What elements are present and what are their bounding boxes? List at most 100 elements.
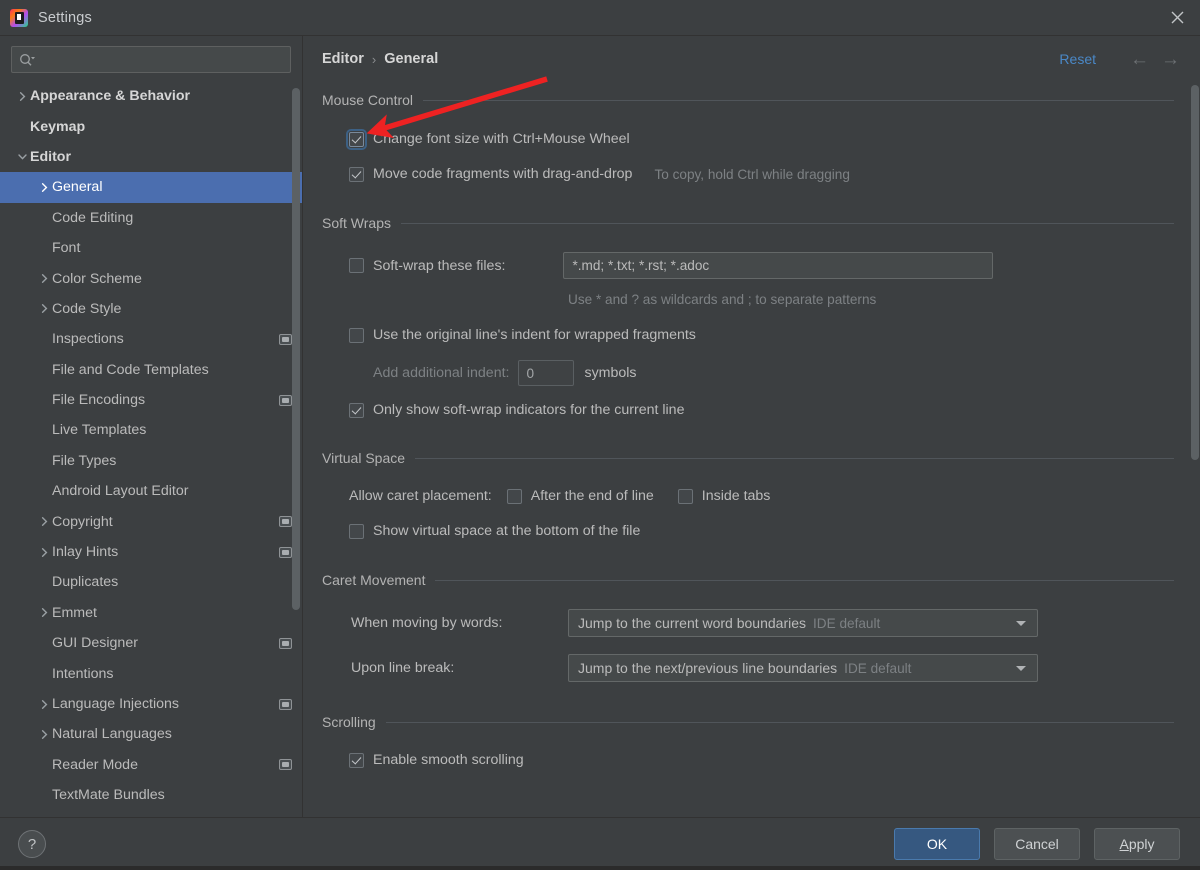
show-virtual-space-checkbox[interactable] [349, 523, 364, 539]
additional-indent-input[interactable]: 0 [518, 360, 575, 386]
sidebar-item-file-and-code-templates[interactable]: File and Code Templates [0, 355, 302, 385]
sidebar-item-language-injections[interactable]: Language Injections [0, 689, 302, 719]
chevron-down-icon[interactable] [14, 149, 30, 165]
breadcrumb-separator: › [371, 51, 377, 67]
sidebar-item-general[interactable]: General [0, 172, 302, 203]
sidebar-item-code-editing[interactable]: Code Editing [0, 203, 302, 233]
sidebar-item-file-types[interactable]: File Types [0, 446, 302, 476]
sidebar-item-label: Appearance & Behavior [30, 88, 191, 105]
only-current-line-checkbox[interactable] [349, 402, 364, 418]
sidebar-item-label: Code Style [52, 300, 122, 317]
section-title: Caret Movement [322, 572, 426, 588]
drag-and-drop-checkbox[interactable] [349, 166, 364, 182]
settings-content: Editor › General Reset ← → Mouse Control… [304, 36, 1200, 817]
sidebar-item-gui-designer[interactable]: GUI Designer [0, 628, 302, 658]
apply-button[interactable]: Apply [1094, 828, 1180, 860]
sidebar-item-inlay-hints[interactable]: Inlay Hints [0, 537, 302, 567]
sidebar-scrollbar-track[interactable] [292, 36, 300, 817]
chevron-right-icon[interactable] [36, 605, 52, 621]
sidebar-item-intentions[interactable]: Intentions [0, 658, 302, 688]
help-button[interactable]: ? [18, 830, 46, 858]
row-soft-wrap-files: Soft-wrap these files: *.md; *.txt; *.rs… [349, 252, 1178, 279]
after-end-of-line-checkbox[interactable] [506, 488, 522, 504]
sidebar-item-editor[interactable]: Editor [0, 142, 302, 172]
cancel-button[interactable]: Cancel [994, 828, 1080, 860]
sidebar-item-natural-languages[interactable]: Natural Languages [0, 719, 302, 749]
chevron-right-icon[interactable] [36, 544, 52, 560]
section-mouse-control-header: Mouse Control [322, 90, 1178, 110]
row-drag-and-drop: Move code fragments with drag-and-drop T… [349, 166, 1178, 182]
section-virtual-space-header: Virtual Space [322, 448, 1178, 468]
sidebar-item-color-scheme[interactable]: Color Scheme [0, 263, 302, 293]
row-wildcard-hint: Use * and ? as wildcards and ; to separa… [568, 292, 1178, 307]
chevron-right-icon[interactable] [36, 696, 52, 712]
sidebar-scrollbar-thumb[interactable] [292, 88, 300, 610]
sidebar-item-label: Duplicates [52, 574, 119, 591]
row-upon-line-break: Upon line break: Jump to the next/previo… [351, 654, 1178, 682]
arrow-left-icon[interactable]: ← [1130, 50, 1149, 69]
breadcrumb-editor[interactable]: Editor [322, 51, 364, 67]
search-input[interactable] [39, 52, 283, 67]
row-only-current-line: Only show soft-wrap indicators for the c… [349, 402, 1178, 418]
reset-link[interactable]: Reset [1059, 51, 1096, 67]
sidebar-item-label: Intentions [52, 665, 114, 682]
sidebar-item-label: Keymap [30, 118, 86, 135]
project-settings-badge-icon [279, 394, 292, 406]
sidebar-item-label: Reader Mode [52, 756, 138, 773]
chevron-right-icon[interactable] [14, 88, 30, 104]
sidebar-item-inspections[interactable]: Inspections [0, 324, 302, 354]
sidebar-item-label: Android Layout Editor [52, 483, 189, 500]
sidebar-item-live-templates[interactable]: Live Templates [0, 415, 302, 445]
sidebar-item-keymap[interactable]: Keymap [0, 111, 302, 141]
chevron-right-icon[interactable] [36, 726, 52, 742]
section-divider [423, 99, 1174, 101]
soft-wrap-files-checkbox[interactable] [349, 258, 364, 273]
section-divider [385, 721, 1174, 723]
additional-indent-label: Add additional indent: [373, 365, 510, 381]
sidebar-item-reader-mode[interactable]: Reader Mode [0, 750, 302, 780]
sidebar-item-emmet[interactable]: Emmet [0, 598, 302, 628]
ok-button[interactable]: OK [894, 828, 980, 860]
sidebar-item-code-style[interactable]: Code Style [0, 294, 302, 324]
sidebar-item-file-encodings[interactable]: File Encodings [0, 385, 302, 415]
search-icon [19, 53, 35, 67]
section-scrolling-header: Scrolling [322, 712, 1178, 732]
chevron-right-icon[interactable] [36, 271, 52, 287]
chevron-right-icon[interactable] [36, 301, 52, 317]
change-font-size-checkbox[interactable] [346, 128, 367, 150]
smooth-scrolling-checkbox[interactable] [349, 752, 364, 768]
settings-sidebar: Appearance & Behavior Keymap Editor General… [0, 36, 303, 817]
chevron-right-icon[interactable] [36, 514, 52, 530]
sidebar-item-duplicates[interactable]: Duplicates [0, 567, 302, 597]
sidebar-item-label: Editor [30, 148, 71, 165]
search-box[interactable] [11, 46, 291, 73]
sidebar-item-textmate-bundles[interactable]: TextMate Bundles [0, 780, 302, 810]
sidebar-item-appearance-behavior[interactable]: Appearance & Behavior [0, 81, 302, 111]
show-virtual-space-label: Show virtual space at the bottom of the … [373, 523, 641, 539]
upon-line-break-dropdown[interactable]: Jump to the next/previous line boundarie… [568, 654, 1038, 682]
arrow-right-icon[interactable]: → [1161, 50, 1180, 69]
sidebar-item-label: File Types [52, 452, 117, 469]
row-moving-by-words: When moving by words: Jump to the curren… [351, 609, 1178, 637]
sidebar-item-label: Inlay Hints [52, 544, 119, 561]
caret-placement-label: Allow caret placement: [349, 488, 492, 504]
content-scrollbar-track[interactable] [1191, 36, 1199, 817]
content-scrollbar-thumb[interactable] [1191, 85, 1199, 460]
inside-tabs-checkbox[interactable] [677, 488, 693, 504]
section-soft-wraps-header: Soft Wraps [322, 213, 1178, 233]
sidebar-item-font[interactable]: Font [0, 233, 302, 263]
moving-by-words-dropdown[interactable]: Jump to the current word boundaries IDE … [568, 609, 1038, 637]
sidebar-item-copyright[interactable]: Copyright [0, 506, 302, 536]
chevron-right-icon[interactable] [36, 179, 52, 195]
chevron-down-icon [1016, 620, 1026, 626]
close-icon[interactable] [1154, 0, 1200, 35]
row-change-font-size: Change font size with Ctrl+Mouse Wheel [346, 128, 1178, 150]
section-title: Mouse Control [322, 92, 414, 108]
original-indent-checkbox[interactable] [349, 327, 364, 343]
section-title: Soft Wraps [322, 215, 391, 231]
project-settings-badge-icon [279, 698, 292, 710]
section-caret-movement-header: Caret Movement [322, 570, 1178, 590]
after-end-of-line-label: After the end of line [530, 488, 654, 504]
sidebar-item-android-layout-editor[interactable]: Android Layout Editor [0, 476, 302, 506]
soft-wrap-files-input[interactable]: *.md; *.txt; *.rst; *.adoc [563, 252, 994, 279]
